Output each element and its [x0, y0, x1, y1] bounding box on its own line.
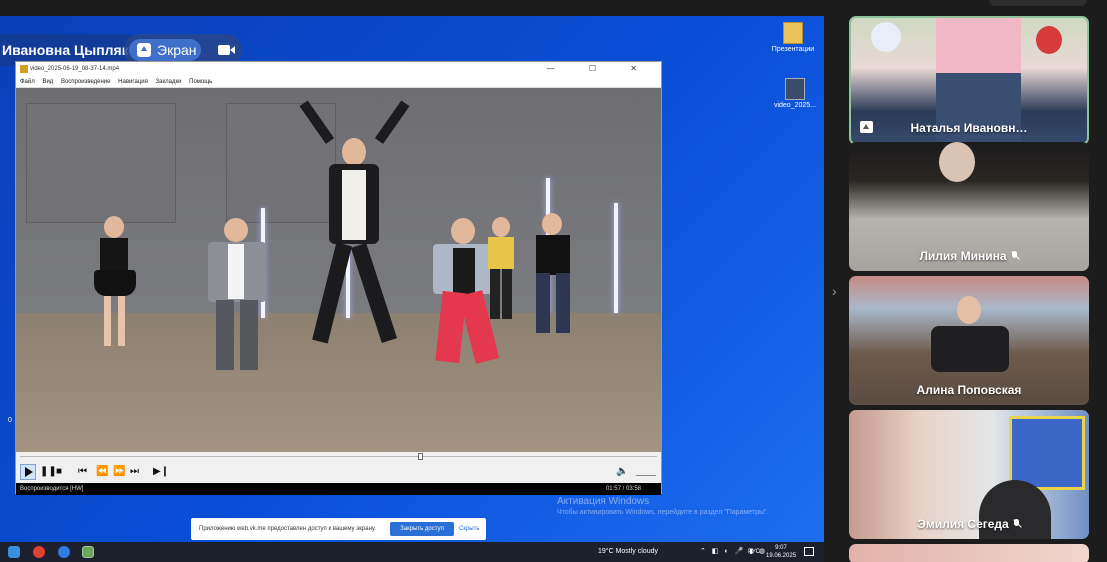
desktop-icon-presentations[interactable]: Презентации: [770, 22, 816, 53]
desktop-icon-video[interactable]: video_2025...: [772, 78, 818, 109]
camera-icon[interactable]: [218, 45, 235, 55]
player-app-icon: [20, 65, 28, 73]
volume-icon[interactable]: 🔈: [616, 466, 628, 477]
share-screen-icon: [137, 43, 151, 57]
windows-taskbar: 19°C Mostly cloudy ⌃ ◧ ◐ 🎤 ▮ ◍ РУС 9:07 …: [0, 542, 824, 562]
playback-time: 01:57 / 03:58: [605, 486, 641, 492]
participant-video-area: [936, 18, 1021, 73]
share-banner-text: Приложению web.vk.me предоставлен доступ…: [199, 526, 376, 532]
desktop-icon-label: video_2025...: [773, 102, 817, 109]
mic-off-icon: [1012, 519, 1021, 529]
pause-icon[interactable]: ❚❚: [40, 466, 57, 477]
studio-floor: [16, 313, 661, 452]
player-titlebar: video_2025-06-19_08-37-14.mp4 — ☐ ✕: [16, 62, 661, 76]
participant-video-area: [871, 22, 901, 52]
playback-status: Воспроизводится [HW]: [20, 486, 84, 492]
menu-help[interactable]: Помощь: [189, 79, 212, 85]
chevron-right-icon[interactable]: ›: [832, 283, 837, 299]
participant-name: Наталья Ивановн…: [910, 121, 1028, 135]
stop-icon[interactable]: ■: [56, 466, 62, 477]
participant-tile[interactable]: [849, 544, 1089, 562]
frame-step-icon[interactable]: ▶❙: [153, 466, 169, 477]
yandex-browser-icon[interactable]: [33, 546, 45, 558]
top-strip: [0, 0, 1107, 16]
clock-time: 9:07: [775, 545, 787, 551]
screen-share-banner: Приложению web.vk.me предоставлен доступ…: [191, 518, 486, 540]
desktop-icon-label: Презентации: [771, 46, 815, 53]
participant-video-area: [1036, 26, 1062, 54]
weather-widget[interactable]: 19°C Mostly cloudy: [598, 542, 658, 562]
mic-off-icon: [1010, 251, 1019, 261]
taskbar-app-icon[interactable]: [82, 546, 94, 558]
player-statusbar: Воспроизводится [HW] 01:57 / 03:58: [16, 483, 661, 495]
player-menubar: Файл Вид Воспроизведение Навигация Закла…: [16, 76, 661, 88]
shared-screen: Ивановна Цыпляк Экран Презентации video_…: [0, 16, 824, 562]
participant-tile[interactable]: Алина Поповская: [849, 276, 1089, 405]
fast-forward-icon[interactable]: ⏩: [113, 466, 125, 477]
light-tube: [614, 203, 618, 313]
participant-name: Лилия Минина: [919, 249, 1007, 263]
media-player-window: video_2025-06-19_08-37-14.mp4 — ☐ ✕ Файл…: [15, 61, 662, 495]
menu-view[interactable]: Вид: [42, 79, 53, 85]
video-frame[interactable]: [16, 88, 661, 452]
folder-icon: [783, 22, 803, 44]
rewind-icon[interactable]: ⏪: [96, 466, 108, 477]
top-pill[interactable]: [989, 0, 1087, 6]
participant-name: Эмилия Сегеда: [917, 517, 1009, 531]
participant-tile[interactable]: Наталья Ивановн…: [849, 16, 1089, 145]
taskbar-app-icon[interactable]: [58, 546, 70, 558]
windows-activation-watermark: Активация Windows Чтобы активировать Win…: [557, 496, 768, 516]
play-button[interactable]: [20, 464, 36, 480]
player-controls: ❚❚ ■ ⏮ ⏪ ⏩ ⏭ ▶❙ 🔈: [16, 461, 661, 483]
participant-tile[interactable]: Лилия Минина: [849, 142, 1089, 271]
video-call-window: Ивановна Цыпляк Экран Презентации video_…: [0, 0, 1107, 562]
participant-name-row: Эмилия Сегеда: [849, 517, 1089, 531]
menu-playback[interactable]: Воспроизведение: [61, 79, 111, 85]
wall-panel: [26, 103, 176, 223]
previous-icon[interactable]: ⏮: [78, 466, 87, 477]
video-file-icon: [785, 78, 805, 100]
participant-video-area: [931, 326, 1009, 372]
clock-date: 19.06.2025: [766, 553, 797, 559]
next-icon[interactable]: ⏭: [130, 466, 139, 477]
activation-text: Чтобы активировать Windows, перейдите в …: [557, 509, 769, 516]
participant-video-area: [939, 142, 975, 182]
activation-title: Активация Windows: [557, 496, 650, 507]
volume-slider[interactable]: [636, 464, 656, 476]
player-title: video_2025-06-19_08-37-14.mp4: [30, 66, 120, 72]
seek-bar[interactable]: [16, 452, 661, 461]
menu-navigation[interactable]: Навигация: [118, 79, 148, 85]
hide-banner-link[interactable]: Скрыть: [459, 518, 479, 540]
participant-name-row: Лилия Минина: [849, 249, 1089, 263]
menu-file[interactable]: Файл: [20, 79, 35, 85]
participant-video-area: [957, 296, 981, 324]
participant-name: Алина Поповская: [916, 383, 1022, 397]
language-indicator[interactable]: РУС: [748, 542, 760, 562]
screen-share-button[interactable]: Экран: [129, 39, 201, 61]
notification-icon[interactable]: [804, 547, 814, 556]
seek-thumb[interactable]: [418, 453, 423, 460]
participant-video-area: [1009, 416, 1085, 490]
stop-sharing-button[interactable]: Закрыть доступ: [390, 522, 454, 536]
participant-tile[interactable]: Эмилия Сегеда: [849, 410, 1089, 539]
taskbar-clock[interactable]: 9:07 19.06.2025: [766, 544, 796, 560]
menu-bookmarks[interactable]: Закладки: [155, 79, 181, 85]
edge-number: 0: [8, 417, 12, 424]
seek-track: [20, 456, 657, 457]
taskbar-app-icon[interactable]: [8, 546, 20, 558]
window-controls[interactable]: — ☐ ✕: [547, 62, 653, 76]
screen-share-label: Экран: [157, 42, 197, 58]
